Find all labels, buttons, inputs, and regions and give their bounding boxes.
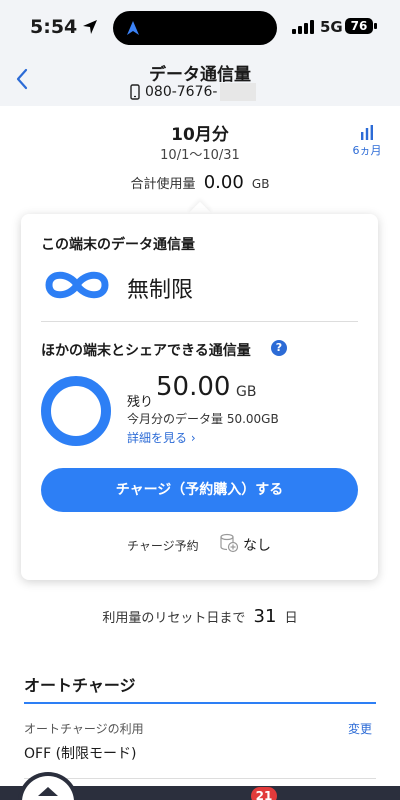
divider: [24, 778, 376, 779]
header: データ通信量 080-7676-: [0, 54, 400, 106]
phone-number: 080-7676-: [145, 84, 218, 100]
clock: 5:54: [30, 16, 78, 38]
redaction-mask: [220, 83, 256, 101]
reset-countdown: 利用量のリセット日まで 31 日: [0, 606, 400, 627]
remaining-label: 残り: [127, 395, 154, 410]
divider: [41, 321, 358, 322]
reset-days: 31: [253, 606, 277, 627]
reservation-add-icon: [220, 533, 239, 553]
phone-number-row: 080-7676-: [130, 84, 217, 100]
total-usage-unit: GB: [251, 177, 270, 191]
billing-month: 10月分: [171, 125, 229, 145]
auto-charge-underline: [24, 702, 376, 704]
auto-charge-usage-label: オートチャージの利用: [24, 722, 144, 736]
total-usage: 合計使用量 0.00 GB: [0, 172, 400, 193]
main-content: 10月分 10/1〜10/31 6ヵ月 合計使用量 0.00 GB この端末のデ…: [0, 106, 400, 800]
help-icon[interactable]: ?: [271, 340, 287, 356]
page-title: データ通信量: [149, 65, 251, 85]
navigation-icon: [127, 21, 139, 35]
shared-data-title: ほかの端末とシェアできる通信量: [41, 343, 251, 359]
total-usage-value: 0.00: [203, 172, 244, 193]
unlimited-label: 無制限: [127, 278, 194, 303]
reset-suffix: 日: [284, 611, 298, 626]
location-arrow-icon: [83, 20, 97, 34]
home-tab[interactable]: [22, 776, 74, 800]
auto-charge-title: オートチャージ: [24, 676, 136, 695]
date-range: 10/1〜10/31: [160, 148, 240, 163]
total-usage-label: 合計使用量: [130, 177, 196, 192]
remaining-unit: GB: [236, 384, 257, 400]
battery-tip: [374, 23, 377, 29]
remaining-ring-chart: [41, 376, 111, 446]
six-month-label: 6ヵ月: [352, 144, 382, 157]
bar-chart-icon: [361, 125, 373, 140]
network-type: 5G: [320, 18, 343, 36]
details-link[interactable]: 詳細を見る ›: [127, 429, 196, 446]
reset-prefix: 利用量のリセット日まで: [102, 611, 246, 626]
remaining-value: 50.00: [156, 372, 231, 402]
battery-icon: 76: [345, 18, 373, 34]
notification-badge: 21: [251, 787, 277, 800]
auto-charge-change-link[interactable]: 変更: [348, 720, 372, 737]
auto-charge-status: OFF (制限モード): [24, 746, 137, 762]
charge-button[interactable]: チャージ（予約購入）する: [41, 468, 358, 512]
device-data-title: この端末のデータ通信量: [41, 237, 195, 253]
monthly-data-amount: 今月分のデータ量 50.00GB: [127, 412, 279, 426]
home-icon: [38, 787, 58, 796]
data-usage-card: この端末のデータ通信量 無制限 ほかの端末とシェアできる通信量 ? 残り 50.…: [21, 214, 378, 580]
charge-reservation-label: チャージ予約: [127, 539, 199, 553]
infinity-icon: [45, 271, 109, 299]
dynamic-island: [113, 11, 277, 45]
signal-icon: [292, 20, 314, 34]
charge-reservation-value: なし: [243, 538, 271, 554]
status-bar: 5:54 5G 76: [0, 0, 400, 54]
six-month-history-button[interactable]: 6ヵ月: [346, 124, 388, 158]
smartphone-icon: [130, 84, 140, 100]
